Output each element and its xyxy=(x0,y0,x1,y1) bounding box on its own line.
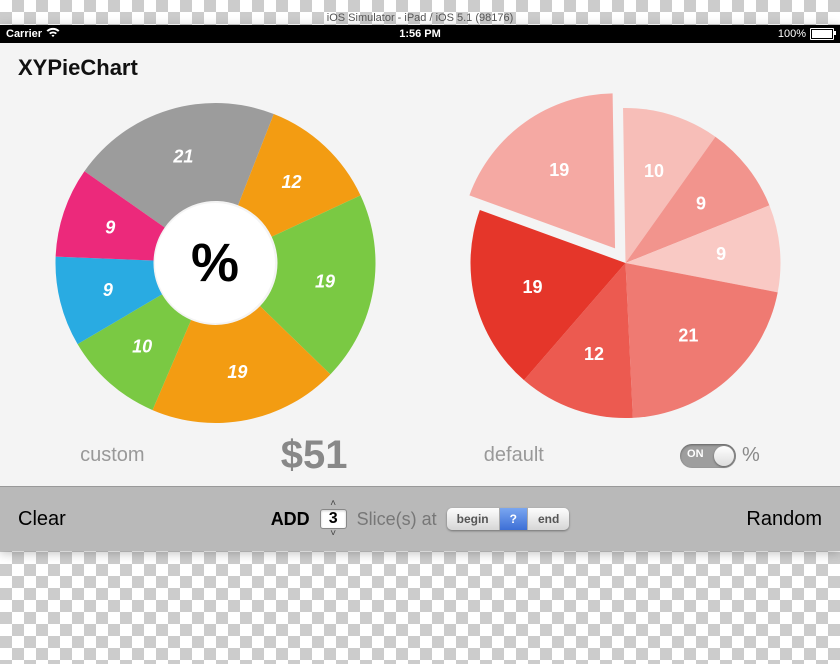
status-bar: Carrier 1:56 PM 100% xyxy=(0,25,840,43)
slice-value-label: 12 xyxy=(584,344,604,364)
battery-pct-label: 100% xyxy=(778,28,806,40)
caption-right: default xyxy=(484,444,544,467)
battery-icon xyxy=(810,28,834,40)
slice-value-label: 19 xyxy=(549,160,569,180)
stepper-value: 3 xyxy=(320,509,347,529)
slice-value-label: 9 xyxy=(716,244,726,264)
caption-left: custom xyxy=(80,444,144,467)
simulator-title: iOS Simulator - iPad / iOS 5.1 (98176) xyxy=(0,12,840,24)
segment-begin[interactable]: begin xyxy=(447,508,500,530)
slice-value-label: 21 xyxy=(172,147,193,167)
slice-value-label: 19 xyxy=(522,277,542,297)
percent-suffix-label: % xyxy=(742,444,760,467)
app-title: XYPieChart xyxy=(0,43,840,85)
clock-label: 1:56 PM xyxy=(0,28,840,40)
toggle-knob xyxy=(714,446,734,466)
slice-value-label: 9 xyxy=(102,280,112,300)
slice-value-label: 9 xyxy=(105,218,115,238)
stepper-up-icon[interactable]: ˄ xyxy=(330,499,336,509)
donut-center-label: % xyxy=(155,203,275,323)
slice-value-label: 19 xyxy=(314,271,334,291)
slice-value-label: 21 xyxy=(678,326,698,346)
position-segmented-control[interactable]: begin ? end xyxy=(447,508,570,530)
toggle-on-label: ON xyxy=(687,448,704,460)
pie-chart-default[interactable]: 19 10 9 9 21 12 19 xyxy=(453,93,798,433)
battery-indicator: 100% xyxy=(778,28,834,40)
amount-label: $51 xyxy=(281,433,348,478)
device-frame: Carrier 1:56 PM 100% XYPieChart 21121919… xyxy=(0,25,840,551)
segment-end[interactable]: end xyxy=(528,508,569,530)
stepper-down-icon[interactable]: ˅ xyxy=(330,529,336,539)
slice-value-label: 19 xyxy=(227,362,247,382)
slice-value-label: 10 xyxy=(132,336,152,356)
toolbar: Clear ADD ˄ 3 ˅ Slice(s) at begin ? end … xyxy=(0,486,840,551)
donut-chart-custom[interactable]: 21 12 19 19 10 9 9 % xyxy=(43,93,388,433)
slice-value-label: 10 xyxy=(644,161,664,181)
add-label: ADD xyxy=(271,509,310,530)
segment-random[interactable]: ? xyxy=(500,508,528,530)
percent-toggle[interactable]: ON xyxy=(680,444,736,468)
slice-value-label: 9 xyxy=(696,194,706,214)
slices-at-label: Slice(s) at xyxy=(357,509,437,530)
slice-value-label: 12 xyxy=(281,172,301,192)
slice-count-stepper[interactable]: ˄ 3 ˅ xyxy=(320,499,347,539)
